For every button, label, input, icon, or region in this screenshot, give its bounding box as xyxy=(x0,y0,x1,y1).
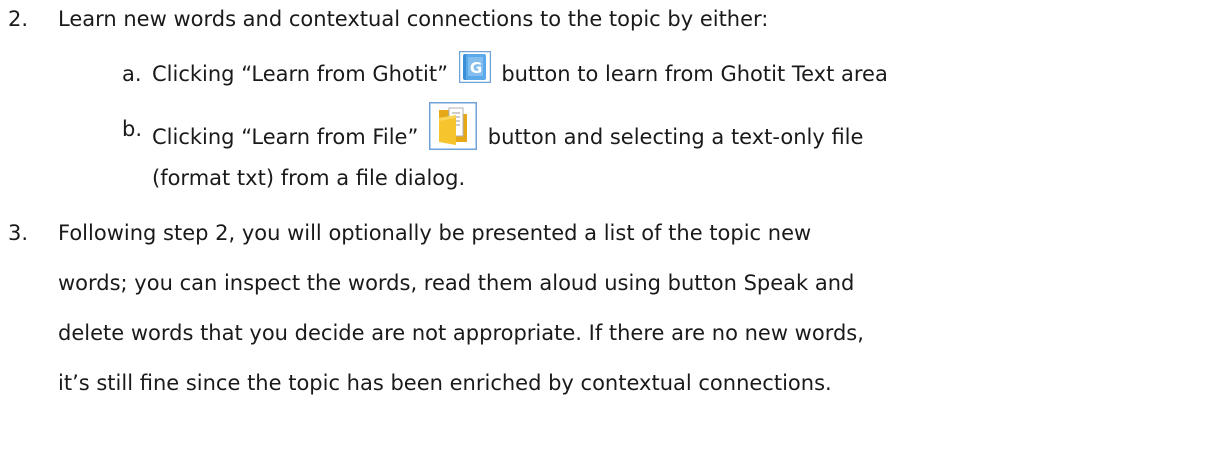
sub-item-letter: b. xyxy=(122,117,143,141)
ghotit-book-icon: G xyxy=(458,50,491,84)
list-item-text: words; you can inspect the words, read t… xyxy=(58,271,855,295)
list-number: 3. xyxy=(8,221,29,245)
sub-item-text-before: Clicking “Learn from File” xyxy=(152,125,419,149)
sub-item-text: Clicking “Learn from File” button and se… xyxy=(152,102,864,162)
sub-item-text-after: button and selecting a text-only file xyxy=(487,125,864,149)
sub-item-letter: a. xyxy=(122,62,142,86)
folder-file-icon xyxy=(429,102,478,150)
sub-item-text: Clicking “Learn from Ghotit” G button to… xyxy=(152,50,888,91)
ghotit-icon-letter: G xyxy=(469,59,481,77)
list-item-text: Learn new words and contextual connectio… xyxy=(58,7,769,31)
list-item-text: delete words that you decide are not app… xyxy=(58,321,864,345)
sub-item-text: (format txt) from a file dialog. xyxy=(152,166,466,190)
sub-item-text-before: Clicking “Learn from Ghotit” xyxy=(152,62,448,86)
list-item-text: it’s still fine since the topic has been… xyxy=(58,371,832,395)
sub-item-text-after: button to learn from Ghotit Text area xyxy=(501,62,888,86)
list-item-text: Following step 2, you will optionally be… xyxy=(58,221,812,245)
list-number: 2. xyxy=(8,7,29,31)
